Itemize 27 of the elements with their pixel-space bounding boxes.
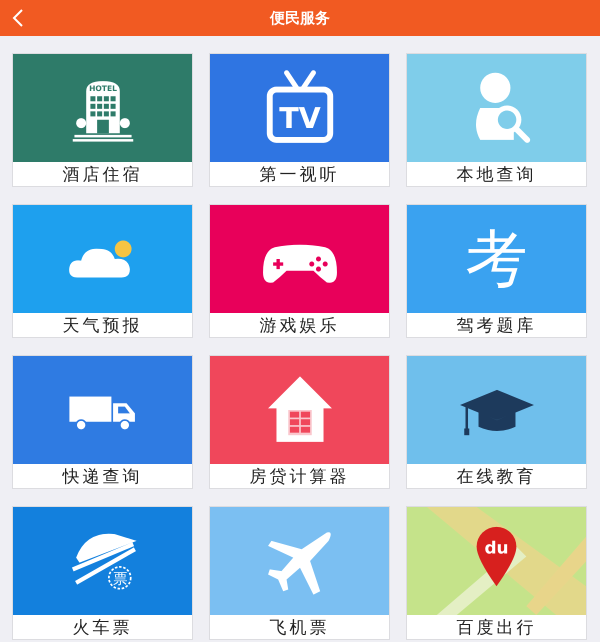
service-tile[interactable]: 票 火车票 xyxy=(12,506,193,640)
service-tile[interactable]: 房贷计算器 xyxy=(209,355,390,489)
tile-label: 本地查询 xyxy=(456,164,538,186)
tile-label: 火车票 xyxy=(72,616,134,639)
exam-glyph: 考 xyxy=(466,228,528,290)
tile-label: 快递查询 xyxy=(61,466,144,488)
service-tile[interactable]: du 百度出行 xyxy=(406,506,587,640)
service-tile[interactable]: 飞机票 xyxy=(209,506,390,640)
service-tile[interactable]: 本地查询 xyxy=(406,53,587,187)
tile-label: 在线教育 xyxy=(456,466,538,488)
tile-label: 房贷计算器 xyxy=(248,466,350,488)
back-icon[interactable] xyxy=(12,8,24,28)
service-tile[interactable]: 游戏娱乐 xyxy=(209,204,390,338)
service-tile[interactable]: TV 第一视听 xyxy=(209,53,390,187)
tile-label: 游戏娱乐 xyxy=(258,314,340,337)
tile-label: 百度出行 xyxy=(456,616,538,639)
service-tile[interactable]: 在线教育 xyxy=(406,355,587,489)
tile-label: 天气预报 xyxy=(62,314,144,337)
page-title: 便民服务 xyxy=(270,8,330,28)
tile-label: 第一视听 xyxy=(258,164,340,186)
tile-label: 飞机票 xyxy=(268,616,330,639)
service-tile[interactable]: HOTEL 酒店住宿 xyxy=(12,53,193,187)
service-tile[interactable]: 天气预报 xyxy=(12,204,193,338)
tile-label: 酒店住宿 xyxy=(62,164,144,186)
tile-label: 驾考题库 xyxy=(456,314,538,337)
service-tile[interactable]: 考 驾考题库 xyxy=(406,204,587,338)
service-tile[interactable]: 快递查询 xyxy=(12,355,193,489)
